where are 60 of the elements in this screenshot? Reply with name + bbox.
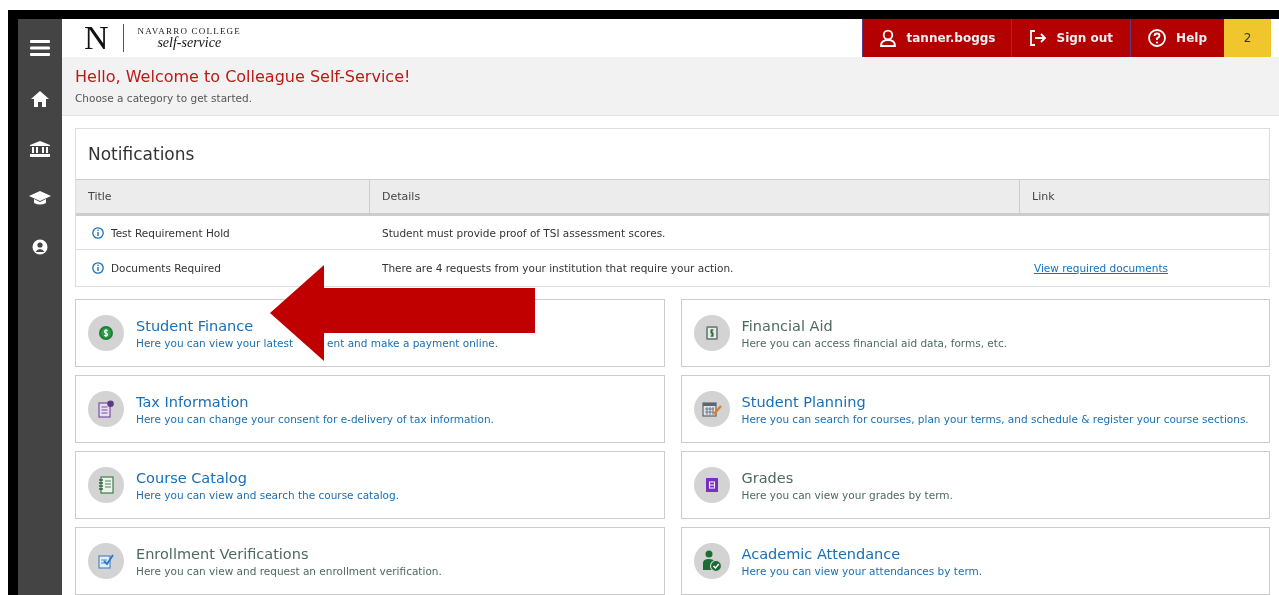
graduation-cap-icon[interactable] [29, 191, 51, 205]
card-description: Here you can change your consent for e-delivery of tax information. [136, 412, 494, 425]
column-header: Title [76, 180, 370, 213]
category-card[interactable]: Grades Here you can view your grades by term. [680, 451, 1270, 519]
category-card[interactable]: Academic Attendance Here you can view your attendances by term. [680, 527, 1270, 595]
view-documents-link[interactable]: View required documents [1034, 262, 1169, 274]
help-icon [1148, 29, 1167, 48]
card-description: Here you can view and request an enrollment verification. [136, 564, 442, 577]
logo-tagline: self-service [157, 36, 222, 51]
card-title: Student Finance [136, 317, 254, 334]
notification-count-button[interactable]: 2 [1224, 19, 1271, 58]
card-title: Grades [741, 469, 794, 486]
card-description: Here you can view your latest [136, 336, 294, 349]
tax-document-icon [97, 400, 115, 418]
card-description: Here you can access financial aid data, forms, etc. [741, 336, 1008, 349]
card-title: Academic Attendance [741, 545, 901, 562]
logo-letter: N [84, 21, 109, 56]
user-icon[interactable] [32, 239, 48, 255]
money-document-icon [704, 325, 719, 341]
help-button[interactable]: Help [1130, 19, 1224, 58]
calendar-pencil-icon [701, 401, 722, 417]
menu-icon[interactable] [30, 40, 50, 56]
table-cell: Student must provide proof of TSI assessment scores. [382, 226, 666, 239]
table-cell: Test Requirement Hold [111, 226, 230, 239]
sign-out-icon [1028, 30, 1047, 47]
welcome-title: Hello, Welcome to Colleague Self-Service! [75, 67, 412, 87]
card-title: Student Planning [741, 393, 866, 410]
table-cell: Documents Required [111, 262, 221, 274]
user-icon [878, 29, 897, 48]
card-description: Here you can view your grades by term. [741, 488, 953, 501]
grade-book-icon [705, 478, 718, 492]
info-icon [92, 226, 104, 239]
column-header: Details [370, 180, 1020, 213]
card-description: Here you can view your attendances by term. [741, 564, 983, 577]
welcome-subtitle: Choose a category to get started. [75, 92, 253, 105]
category-card[interactable]: Student Planning Here you can search for courses, plan your terms, and schedule & register your course sections. [680, 375, 1270, 443]
card-title: Tax Information [136, 393, 249, 410]
college-name: NAVARRO COLLEGE [137, 26, 241, 37]
table-cell: There are 4 requests from your institution that require your action. [382, 262, 734, 274]
card-title: Financial Aid [741, 317, 833, 334]
dollar-icon [99, 326, 113, 340]
info-icon [92, 262, 104, 274]
category-card[interactable]: Enrollment Verifications Here you can view and request an enrollment verification. [75, 527, 665, 595]
card-title: Enrollment Verifications [136, 545, 309, 562]
card-title: Course Catalog [136, 469, 247, 486]
person-check-icon [701, 550, 722, 572]
category-card[interactable]: Tax Information Here you can change your consent for e-delivery of tax information. [75, 375, 665, 443]
home-icon[interactable] [31, 91, 49, 107]
category-card[interactable]: Course Catalog Here you can view and search the course catalog. [75, 451, 665, 519]
bank-icon[interactable] [30, 141, 50, 157]
panel-title: Notifications [87, 143, 196, 166]
checklist-icon [98, 553, 114, 569]
card-description: Here you can view and search the course catalog. [136, 488, 399, 501]
sign-out-button[interactable]: Sign out [1010, 19, 1131, 58]
notebook-icon [98, 476, 114, 494]
user-button[interactable]: tanner.boggs [861, 19, 1011, 58]
card-description: ent and make a payment online. [327, 336, 499, 349]
card-description: Here you can search for courses, plan your terms, and schedule & register your course sections. [741, 412, 1249, 425]
column-header: Link [1031, 189, 1056, 205]
category-card[interactable]: Financial Aid Here you can access financial aid data, forms, etc. [680, 299, 1270, 367]
